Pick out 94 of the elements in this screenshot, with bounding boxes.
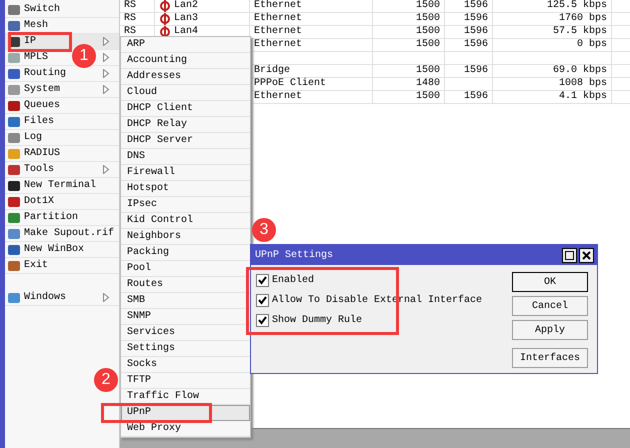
submenu-item[interactable]: Firewall xyxy=(121,165,250,181)
table-cell: 125.5 kbps xyxy=(493,0,612,12)
menu-item-icon xyxy=(7,130,21,144)
table-cell: RS xyxy=(120,13,155,25)
menu-item[interactable]: Make Supout.rif xyxy=(5,226,119,242)
interface-icon xyxy=(159,0,171,12)
interface-name: Lan2 xyxy=(174,0,198,12)
menu-item[interactable]: Routing xyxy=(5,66,119,82)
dialog-button[interactable]: Cancel xyxy=(512,296,588,316)
table-cell: 1596 xyxy=(445,39,493,51)
submenu-item[interactable]: DHCP Client xyxy=(121,101,250,117)
submenu-item[interactable]: Accounting xyxy=(121,53,250,69)
table-cell: 1500 xyxy=(373,39,445,51)
menu-item[interactable]: Log xyxy=(5,130,119,146)
checkbox[interactable] xyxy=(256,314,269,326)
table-cell: 1500 xyxy=(373,0,445,12)
checkbox[interactable] xyxy=(256,294,269,306)
table-cell: Ethernet xyxy=(250,13,373,25)
menu-item-icon xyxy=(7,226,21,240)
table-cell: 1500 xyxy=(373,65,445,77)
table-cell: 1760 bps xyxy=(493,13,612,25)
interface-icon xyxy=(159,26,171,38)
close-icon xyxy=(582,250,591,260)
submenu-item[interactable]: TFTP xyxy=(121,373,250,389)
interface-name: Lan4 xyxy=(174,26,198,38)
menu-item[interactable]: New WinBox xyxy=(5,242,119,258)
menu-item[interactable]: System xyxy=(5,82,119,98)
submenu-item[interactable]: Neighbors xyxy=(121,229,250,245)
menu-item-icon xyxy=(7,210,21,224)
menu-item-icon xyxy=(7,146,21,160)
submenu-item[interactable]: Cloud xyxy=(121,85,250,101)
menu-item-icon xyxy=(7,290,21,304)
menu-item-icon xyxy=(7,258,21,272)
table-cell: 1480 xyxy=(373,78,445,90)
table-cell: RS xyxy=(120,0,155,12)
table-cell: 0 bps xyxy=(493,39,612,51)
menu-item-icon xyxy=(7,178,21,192)
menu-item-icon xyxy=(7,18,21,32)
menu-item[interactable]: Windows xyxy=(5,290,119,306)
table-cell: Ethernet xyxy=(250,0,373,12)
dialog-button[interactable]: Interfaces xyxy=(512,348,588,368)
table-cell: 1596 xyxy=(445,13,493,25)
table-cell: 69.0 kbps xyxy=(493,65,612,77)
maximize-icon xyxy=(565,250,574,260)
menu-item[interactable]: RADIUS xyxy=(5,146,119,162)
submenu-item[interactable]: IPsec xyxy=(121,197,250,213)
submenu-item[interactable]: DHCP Relay xyxy=(121,117,250,133)
table-cell: 57.5 kbps xyxy=(493,26,612,38)
menu-item[interactable]: Partition xyxy=(5,210,119,226)
table-cell: 1596 xyxy=(445,91,493,103)
submenu-item[interactable]: Addresses xyxy=(121,69,250,85)
maximize-button[interactable] xyxy=(562,248,577,262)
table-cell: 1596 xyxy=(445,26,493,38)
menu-item-icon xyxy=(7,98,21,112)
table-cell: 1596 xyxy=(445,0,493,12)
submenu-item[interactable]: Web Proxy xyxy=(121,421,250,437)
menu-item-icon xyxy=(7,50,21,64)
window-title: UPnP Settings xyxy=(255,250,334,260)
menu-item-icon xyxy=(7,114,21,128)
menu-item-icon xyxy=(7,242,21,256)
submenu-item[interactable]: ARP xyxy=(121,37,250,53)
submenu-item[interactable]: Kid Control xyxy=(121,213,250,229)
checkbox[interactable] xyxy=(256,274,269,286)
submenu-item[interactable]: Services xyxy=(121,325,250,341)
submenu-item[interactable]: Hotspot xyxy=(121,181,250,197)
checkbox-label: Enabled xyxy=(272,274,314,286)
interface-name: Lan3 xyxy=(174,13,198,25)
dialog-button[interactable]: Apply xyxy=(512,320,588,340)
checkbox-label: Show Dummy Rule xyxy=(272,314,362,326)
menu-item-icon xyxy=(7,194,21,208)
table-cell: 4.1 kbps xyxy=(493,91,612,103)
interface-icon xyxy=(159,13,171,25)
menu-item-icon xyxy=(7,2,21,16)
table-cell: 1500 xyxy=(373,13,445,25)
menu-item-icon xyxy=(7,162,21,176)
menu-item[interactable]: New Terminal xyxy=(5,178,119,194)
menu-item[interactable]: Dot1X xyxy=(5,194,119,210)
table-cell: 1596 xyxy=(445,65,493,77)
menu-item[interactable]: Exit xyxy=(5,258,119,274)
menu-item-icon xyxy=(7,66,21,80)
table-cell: 1500 xyxy=(373,26,445,38)
menu-item[interactable]: Queues xyxy=(5,98,119,114)
menu-item[interactable]: Files xyxy=(5,114,119,130)
menu-item-icon xyxy=(7,82,21,96)
close-button[interactable] xyxy=(579,248,594,262)
menu-item[interactable]: Tools xyxy=(5,162,119,178)
submenu-item[interactable]: DHCP Server xyxy=(121,133,250,149)
table-cell: 1008 bps xyxy=(493,78,612,90)
highlight-frame xyxy=(8,32,72,52)
menu-item[interactable]: Switch xyxy=(5,2,119,18)
step-badge: 3 xyxy=(252,218,276,242)
dialog-button[interactable]: OK xyxy=(512,272,588,292)
submenu-item[interactable]: DNS xyxy=(121,149,250,165)
table-cell: 1500 xyxy=(373,91,445,103)
